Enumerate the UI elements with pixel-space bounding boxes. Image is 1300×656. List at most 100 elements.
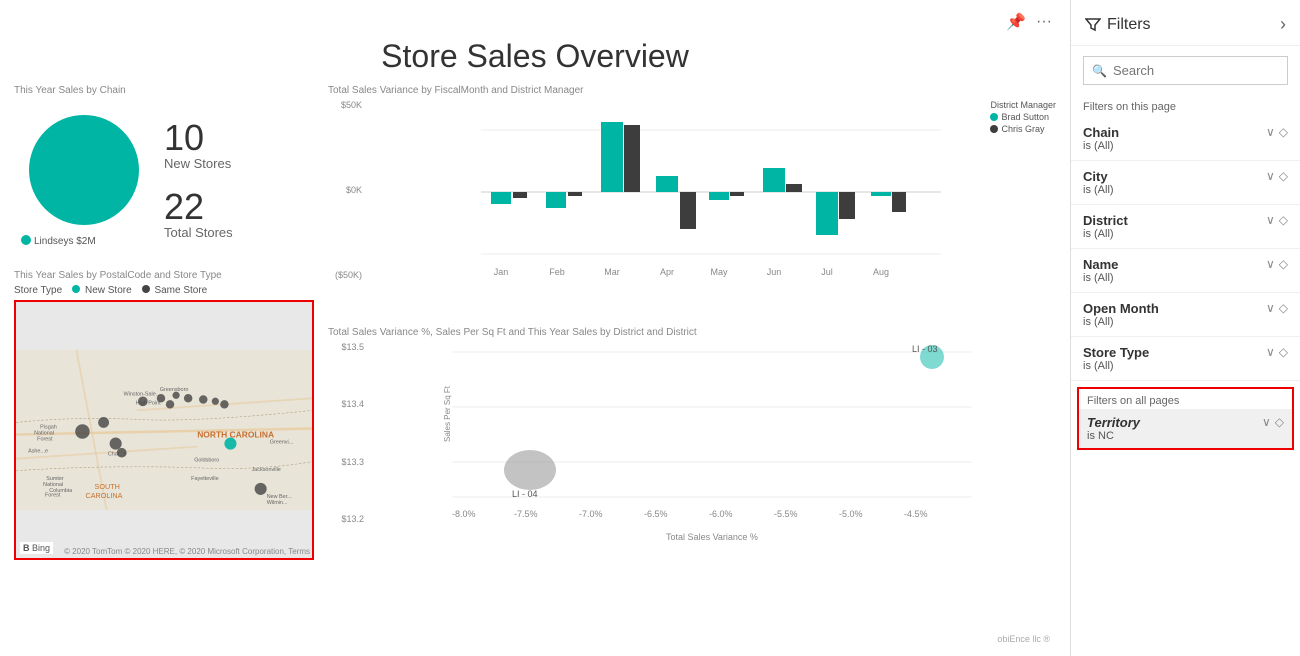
total-stores-stat: 22 Total Stores [164,189,233,240]
territory-clear[interactable]: ◇ [1275,415,1284,429]
filter-item-name[interactable]: Name is (All) ∨ ◇ [1071,249,1300,293]
svg-text:New Ber...: New Ber... [267,494,293,500]
territory-filter-value: is NC [1087,430,1140,442]
territory-chevron[interactable]: ∨ [1262,415,1271,429]
filter-items-list: Chain is (All) ∨ ◇ City is (All) ∨ ◇ [1071,117,1300,381]
bar-chart-svg: Jan Feb Mar Apr May Jun Jul Aug [366,100,1056,285]
main-container: 📌 ··· Store Sales Overview This Year Sal… [0,0,1300,656]
name-chevron[interactable]: ∨ [1266,257,1275,271]
legend-brad: Brad Sutton [990,112,1056,122]
filter-item-store-type[interactable]: Store Type is (All) ∨ ◇ [1071,337,1300,381]
scatter-section: Total Sales Variance %, Sales Per Sq Ft … [328,327,1056,620]
chain-clear[interactable]: ◇ [1279,125,1288,139]
svg-text:-6.0%: -6.0% [709,509,733,519]
filters-all-pages-label: Filters on all pages [1079,389,1292,409]
city-clear[interactable]: ◇ [1279,169,1288,183]
svg-text:-5.0%: -5.0% [839,509,863,519]
filter-item-district[interactable]: District is (All) ∨ ◇ [1071,205,1300,249]
filter-item-territory[interactable]: Territory is NC ∨ ◇ [1079,409,1292,448]
filter-item-open-month[interactable]: Open Month is (All) ∨ ◇ [1071,293,1300,337]
svg-text:Apr: Apr [660,267,674,277]
filters-search-box[interactable]: 🔍 [1083,56,1288,85]
svg-text:Fayetteville: Fayetteville [191,476,218,482]
obience-label: obiEnce llc ® [328,632,1056,646]
svg-text:Goldsboro: Goldsboro [194,458,219,464]
svg-text:-7.5%: -7.5% [514,509,538,519]
brad-color [990,113,998,121]
content-grid: This Year Sales by Chain Lindseys $2M [14,85,1056,646]
open-month-chevron[interactable]: ∨ [1266,301,1275,315]
svg-text:NORTH CAROLINA: NORTH CAROLINA [197,430,274,440]
svg-text:Lindseys $2M: Lindseys $2M [34,236,96,247]
map-copyright: © 2020 TomTom © 2020 HERE, © 2020 Micros… [64,547,310,556]
right-column: Total Sales Variance by FiscalMonth and … [328,85,1056,646]
map-container[interactable]: NORTH CAROLINA SOUTH CAROLINA Winston-Sa… [14,300,314,560]
filters-header: Filters › [1071,0,1300,46]
svg-text:Mar: Mar [604,267,620,277]
chris-color [990,125,998,133]
filter-item-city[interactable]: City is (All) ∨ ◇ [1071,161,1300,205]
district-chevron[interactable]: ∨ [1266,213,1275,227]
chain-chevron[interactable]: ∨ [1266,125,1275,139]
new-stores-label: New Stores [164,156,233,171]
legend-chris: Chris Gray [990,124,1056,134]
store-type-label: Store Type [14,285,62,296]
bar-y-axis: $50K $0K ($50K) [328,100,366,300]
filter-item-chain[interactable]: Chain is (All) ∨ ◇ [1071,117,1300,161]
pin-icon[interactable]: 📌 [1006,12,1026,32]
district-clear[interactable]: ◇ [1279,213,1288,227]
svg-text:National: National [43,482,63,488]
svg-text:Forest: Forest [45,493,61,499]
map-legend: Store Type New Store Same Store [14,285,314,296]
bar-chart-container[interactable]: $50K $0K ($50K) District Manager [328,100,1056,300]
open-month-clear[interactable]: ◇ [1279,301,1288,315]
svg-text:National: National [34,431,54,437]
svg-text:-5.5%: -5.5% [774,509,798,519]
more-icon[interactable]: ··· [1036,13,1052,31]
name-clear[interactable]: ◇ [1279,257,1288,271]
svg-text:Jacksonville: Jacksonville [252,467,281,473]
svg-text:Feb: Feb [549,267,565,277]
left-column: This Year Sales by Chain Lindseys $2M [14,85,314,646]
bing-logo: B Bing [20,542,53,554]
svg-text:LI - 04: LI - 04 [512,489,538,499]
svg-text:-6.5%: -6.5% [644,509,668,519]
svg-text:-4.5%: -4.5% [904,509,928,519]
scatter-chart-title: Total Sales Variance %, Sales Per Sq Ft … [328,327,1056,338]
chris-name: Chris Gray [1001,124,1044,134]
total-stores-count: 22 [164,189,233,225]
scatter-wrapper: $13.5 $13.4 $13.3 $13.2 [328,342,1056,542]
filters-collapse-arrow[interactable]: › [1280,14,1286,35]
same-store-legend: Same Store [142,285,208,296]
bar-chart-title: Total Sales Variance by FiscalMonth and … [328,85,1056,96]
stats-block: 10 New Stores 22 Total Stores [164,120,233,240]
store-type-chevron[interactable]: ∨ [1266,345,1275,359]
svg-text:Sales Per Sq Ft: Sales Per Sq Ft [443,385,452,442]
scatter-container[interactable]: $13.5 $13.4 $13.3 $13.2 [328,342,1056,542]
svg-text:Greensboro: Greensboro [160,387,189,393]
svg-text:Forest: Forest [37,437,53,443]
svg-text:Jul: Jul [821,267,833,277]
search-input[interactable] [1113,63,1279,78]
scatter-x-label: Total Sales Variance % [368,532,1056,542]
store-type-clear[interactable]: ◇ [1279,345,1288,359]
scatter-y-axis: $13.5 $13.4 $13.3 $13.2 [328,342,368,542]
svg-text:Jan: Jan [494,267,509,277]
pie-chart-wrapper[interactable]: Lindseys $2M [14,100,154,260]
svg-text:Aug: Aug [873,267,889,277]
same-store-dot [142,285,150,293]
new-stores-count: 10 [164,120,233,156]
scatter-svg: LI - 03 LI - 04 -8.0% -7.5% -7.0% -6.5% [368,342,1056,527]
filters-panel: Filters › 🔍 Filters on this page Chain i… [1070,0,1300,656]
content-area: 📌 ··· Store Sales Overview This Year Sal… [0,0,1070,656]
legend-title: District Manager [990,100,1056,110]
svg-text:Wilmin...: Wilmin... [267,500,288,506]
svg-text:May: May [710,267,728,277]
bar-chart-area: District Manager Brad Sutton Chris Gray [366,100,1056,300]
new-store-dot [72,285,80,293]
city-chevron[interactable]: ∨ [1266,169,1275,183]
map-svg: NORTH CAROLINA SOUTH CAROLINA Winston-Sa… [16,302,312,558]
map-section-label: This Year Sales by PostalCode and Store … [14,270,314,281]
pie-section-label: This Year Sales by Chain [14,85,314,96]
report-title: Store Sales Overview [14,38,1056,75]
